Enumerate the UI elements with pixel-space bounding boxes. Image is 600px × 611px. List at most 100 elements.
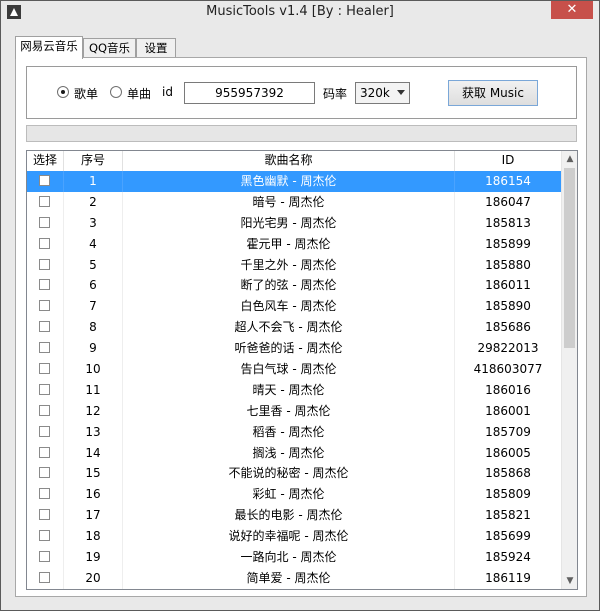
index-cell: 17 bbox=[64, 505, 123, 527]
header-select[interactable]: 选择 bbox=[27, 151, 64, 171]
table-row[interactable]: 9 听爸爸的话 - 周杰伦 29822013 bbox=[27, 338, 562, 360]
vertical-scrollbar[interactable]: ▲ ▼ bbox=[561, 151, 577, 589]
table-row[interactable]: 7 白色风车 - 周杰伦 185890 bbox=[27, 296, 562, 318]
select-cell bbox=[27, 463, 64, 485]
table-row[interactable]: 11 晴天 - 周杰伦 186016 bbox=[27, 379, 562, 401]
app-window: MusicTools v1.4 [By : Healer] ✕ 网易云音乐 QQ… bbox=[0, 0, 600, 611]
row-checkbox[interactable] bbox=[39, 404, 50, 416]
song-id-cell: 185813 bbox=[455, 212, 562, 234]
row-checkbox[interactable] bbox=[39, 342, 50, 354]
table-row[interactable]: 16 彩虹 - 周杰伦 185809 bbox=[27, 484, 562, 506]
song-id-cell: 186154 bbox=[455, 171, 562, 192]
row-checkbox[interactable] bbox=[39, 446, 50, 458]
radio-single-label: 单曲 bbox=[127, 87, 152, 101]
table-row[interactable]: 12 七里香 - 周杰伦 186001 bbox=[27, 400, 562, 422]
song-id-cell: 186005 bbox=[455, 442, 562, 464]
song-name-cell: 简单爱 - 周杰伦 bbox=[123, 567, 455, 589]
table-row[interactable]: 6 断了的弦 - 周杰伦 186011 bbox=[27, 275, 562, 297]
index-cell: 1 bbox=[64, 171, 123, 192]
table-row[interactable]: 8 超人不会飞 - 周杰伦 185686 bbox=[27, 317, 562, 339]
song-name-cell: 超人不会飞 - 周杰伦 bbox=[123, 317, 455, 339]
tab-panel: 歌单 单曲 id 955957392 码率 320k 获取 Music 选择 序… bbox=[15, 57, 587, 597]
row-checkbox[interactable] bbox=[39, 195, 50, 207]
row-checkbox[interactable] bbox=[39, 258, 50, 270]
header-song-name[interactable]: 歌曲名称 bbox=[123, 151, 455, 171]
chevron-down-icon bbox=[397, 90, 405, 95]
song-name-cell: 说好的幸福呢 - 周杰伦 bbox=[123, 526, 455, 548]
tab-settings[interactable]: 设置 bbox=[136, 38, 176, 58]
header-id[interactable]: ID bbox=[455, 151, 562, 171]
row-checkbox[interactable] bbox=[39, 300, 50, 312]
table-row[interactable]: 1 黑色幽默 - 周杰伦 186154 bbox=[27, 171, 562, 192]
song-name-cell: 千里之外 - 周杰伦 bbox=[123, 254, 455, 276]
table-row[interactable]: 13 稻香 - 周杰伦 185709 bbox=[27, 421, 562, 443]
song-name-cell: 不能说的秘密 - 周杰伦 bbox=[123, 463, 455, 485]
select-cell bbox=[27, 233, 64, 255]
id-input[interactable]: 955957392 bbox=[184, 82, 315, 104]
table-row[interactable]: 4 霍元甲 - 周杰伦 185899 bbox=[27, 233, 562, 255]
select-cell bbox=[27, 421, 64, 443]
fetch-music-button[interactable]: 获取 Music bbox=[448, 80, 538, 106]
row-checkbox[interactable] bbox=[39, 551, 50, 563]
progress-bar bbox=[26, 125, 577, 142]
table-row[interactable]: 10 告白气球 - 周杰伦 418603077 bbox=[27, 359, 562, 380]
radio-single[interactable] bbox=[110, 86, 122, 98]
scroll-down-icon[interactable]: ▼ bbox=[562, 573, 577, 589]
table-row[interactable]: 3 阳光宅男 - 周杰伦 185813 bbox=[27, 212, 562, 234]
table-row[interactable]: 19 一路向北 - 周杰伦 185924 bbox=[27, 547, 562, 568]
song-id-cell: 185890 bbox=[455, 296, 562, 318]
close-button[interactable]: ✕ bbox=[551, 1, 593, 19]
select-cell bbox=[27, 212, 64, 234]
tab-qq-music[interactable]: QQ音乐 bbox=[83, 38, 136, 58]
index-cell: 12 bbox=[64, 400, 123, 422]
window-title: MusicTools v1.4 [By : Healer] bbox=[206, 4, 394, 19]
table-row[interactable]: 17 最长的电影 - 周杰伦 185821 bbox=[27, 505, 562, 527]
index-cell: 10 bbox=[64, 359, 123, 380]
id-label: id bbox=[162, 85, 173, 99]
row-checkbox[interactable] bbox=[39, 530, 50, 542]
table-row[interactable]: 5 千里之外 - 周杰伦 185880 bbox=[27, 254, 562, 276]
song-id-cell: 185899 bbox=[455, 233, 562, 255]
scrollbar-thumb[interactable] bbox=[564, 168, 575, 348]
tab-netease[interactable]: 网易云音乐 bbox=[15, 36, 83, 59]
select-cell bbox=[27, 379, 64, 401]
row-checkbox[interactable] bbox=[39, 425, 50, 437]
table-row[interactable]: 14 搁浅 - 周杰伦 186005 bbox=[27, 442, 562, 464]
index-cell: 6 bbox=[64, 275, 123, 297]
bitrate-select[interactable]: 320k bbox=[355, 82, 410, 104]
song-id-cell: 186119 bbox=[455, 567, 562, 589]
row-checkbox[interactable] bbox=[39, 383, 50, 395]
song-id-cell: 186016 bbox=[455, 379, 562, 401]
select-cell bbox=[27, 338, 64, 360]
row-checkbox[interactable] bbox=[39, 467, 50, 479]
row-checkbox[interactable] bbox=[39, 175, 50, 186]
row-checkbox[interactable] bbox=[39, 216, 50, 228]
row-checkbox[interactable] bbox=[39, 509, 50, 521]
header-index[interactable]: 序号 bbox=[64, 151, 123, 171]
song-name-cell: 断了的弦 - 周杰伦 bbox=[123, 275, 455, 297]
row-checkbox[interactable] bbox=[39, 321, 50, 333]
row-checkbox[interactable] bbox=[39, 237, 50, 249]
row-checkbox[interactable] bbox=[39, 571, 50, 583]
radio-playlist-label: 歌单 bbox=[74, 87, 99, 101]
song-id-cell: 185868 bbox=[455, 463, 562, 485]
row-checkbox[interactable] bbox=[39, 363, 50, 375]
select-cell bbox=[27, 275, 64, 297]
song-name-cell: 一路向北 - 周杰伦 bbox=[123, 547, 455, 568]
song-id-cell: 186011 bbox=[455, 275, 562, 297]
index-cell: 3 bbox=[64, 212, 123, 234]
row-checkbox[interactable] bbox=[39, 488, 50, 500]
table-row[interactable]: 2 暗号 - 周杰伦 186047 bbox=[27, 191, 562, 213]
radio-playlist[interactable] bbox=[57, 86, 69, 98]
row-checkbox[interactable] bbox=[39, 279, 50, 291]
table-row[interactable]: 20 简单爱 - 周杰伦 186119 bbox=[27, 567, 562, 589]
table-row[interactable]: 15 不能说的秘密 - 周杰伦 185868 bbox=[27, 463, 562, 485]
index-cell: 13 bbox=[64, 421, 123, 443]
table-row[interactable]: 18 说好的幸福呢 - 周杰伦 185699 bbox=[27, 526, 562, 548]
song-name-cell: 稻香 - 周杰伦 bbox=[123, 421, 455, 443]
song-name-cell: 霍元甲 - 周杰伦 bbox=[123, 233, 455, 255]
query-group: 歌单 单曲 id 955957392 码率 320k 获取 Music bbox=[26, 66, 577, 119]
index-cell: 8 bbox=[64, 317, 123, 339]
select-cell bbox=[27, 547, 64, 568]
scroll-up-icon[interactable]: ▲ bbox=[562, 151, 577, 167]
